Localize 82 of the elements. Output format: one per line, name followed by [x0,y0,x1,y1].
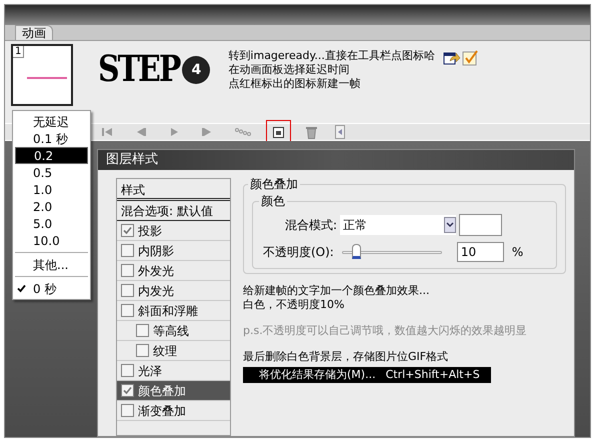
section-title: 颜色叠加 [248,177,300,191]
blend-mode-dropdown[interactable]: 正常 [340,215,456,235]
checkbox[interactable] [121,284,134,297]
delay-option-label: 5.0 [33,216,52,232]
slider-thumb[interactable] [352,244,361,259]
delay-option-label: 1.0 [33,182,52,198]
blend-options-item[interactable]: 混合选项: 默认值 [117,201,230,221]
delay-option-label: 其他... [33,256,68,274]
previous-frame-icon [135,127,147,137]
checkbox[interactable] [121,404,134,417]
blend-mode-label: 混合模式: [285,217,338,234]
frame-thumbnail[interactable]: 1 [11,44,73,106]
style-item[interactable]: 等高线 [117,321,230,341]
delay-option[interactable]: 0.5 [15,164,88,181]
panel-tab[interactable]: 动画 [15,25,53,40]
dialog-title: 图层样式 [98,150,574,170]
delay-option[interactable]: 其他... [15,256,88,273]
step-label: STEP [98,52,180,88]
style-item[interactable]: 渐变叠加 [117,401,230,421]
new-frame-icon [273,126,284,138]
step-number-badge: 4 [182,56,210,84]
checkbox[interactable] [121,224,134,237]
scroll-left-button[interactable] [335,125,345,139]
delay-option-label: 10.0 [33,232,60,250]
style-item[interactable]: 斜面和浮雕 [117,301,230,321]
note-text: 白色，不透明度10% [243,298,346,312]
tween-icon [235,128,251,136]
delay-option[interactable]: 无延迟 [15,113,88,130]
delay-option-label: 0.1 秒 [33,130,68,148]
trash-icon [306,126,317,138]
frame-preview-line [27,77,67,79]
checkbox[interactable] [136,324,149,337]
style-item[interactable]: 投影 [117,221,230,241]
check-box-icon [462,50,478,66]
styles-header: 样式 [117,179,230,201]
group-title: 颜色 [259,194,287,208]
first-frame-icon [101,127,113,137]
checkmark-icon [123,226,132,235]
menu-item-shortcut: Ctrl+Shift+Alt+S [386,367,480,383]
opacity-unit: % [512,244,524,261]
frame-number: 1 [13,46,24,58]
checkmark-icon [123,386,132,395]
toolbar-button[interactable] [269,123,288,141]
jump-to-app-icon [442,50,461,66]
style-item[interactable]: 颜色叠加 [117,381,230,401]
delay-option[interactable]: 0 秒 [15,280,88,297]
delay-option-label: 2.0 [33,198,52,216]
checkbox[interactable] [121,364,134,377]
menu-item-label: 将优化结果存储为(M)... [259,367,376,383]
style-item[interactable]: 纹理 [117,341,230,361]
delay-option[interactable]: 2.0 [15,198,88,215]
delay-option-label: 0.5 [33,164,52,182]
instruction-text: 转到imageready...直接在工具栏点图标哈 [228,49,435,63]
delay-option-label: 0.2 [34,148,54,164]
play-icon [169,127,179,137]
checkbox[interactable] [136,344,149,357]
delay-option[interactable]: 1.0 [15,181,88,198]
checkbox[interactable] [121,384,134,397]
note-text: 给新建帧的文字加一个颜色叠加效果... [243,284,430,298]
delay-option[interactable]: 10.0 [15,232,88,249]
checkbox[interactable] [121,304,134,317]
style-item[interactable]: 内发光 [117,281,230,301]
opacity-label: 不透明度(O): [263,244,334,261]
style-item[interactable]: 内阴影 [117,241,230,261]
left-arrow-icon [338,129,342,135]
delay-option[interactable]: 0.1 秒 [15,130,88,147]
delay-option[interactable]: 0.2 [15,147,88,164]
checkbox[interactable] [121,264,134,277]
instruction-text: 点红框标出的图标新建一帧 [228,77,362,91]
ps-note: p.s.不透明度可以自己调节哦，数值越大闪烁的效果越明显 [243,324,528,338]
checkbox[interactable] [121,244,134,257]
next-frame-icon [201,127,213,137]
opacity-slider[interactable] [342,244,442,260]
delay-option-label: 无延迟 [33,114,69,130]
instruction-text: 在动画面板选择延迟时间 [228,63,350,77]
final-step-text: 最后删除白色背景层，存储图片位GIF格式 [243,350,450,364]
opacity-input[interactable]: 10 [456,242,504,262]
style-item[interactable]: 外发光 [117,261,230,281]
delay-option-label: 0 秒 [33,280,56,298]
color-swatch[interactable] [459,214,502,236]
delay-option[interactable]: 5.0 [15,215,88,232]
menu-item[interactable]: 将优化结果存储为(M)... Ctrl+Shift+Alt+S [243,367,491,383]
